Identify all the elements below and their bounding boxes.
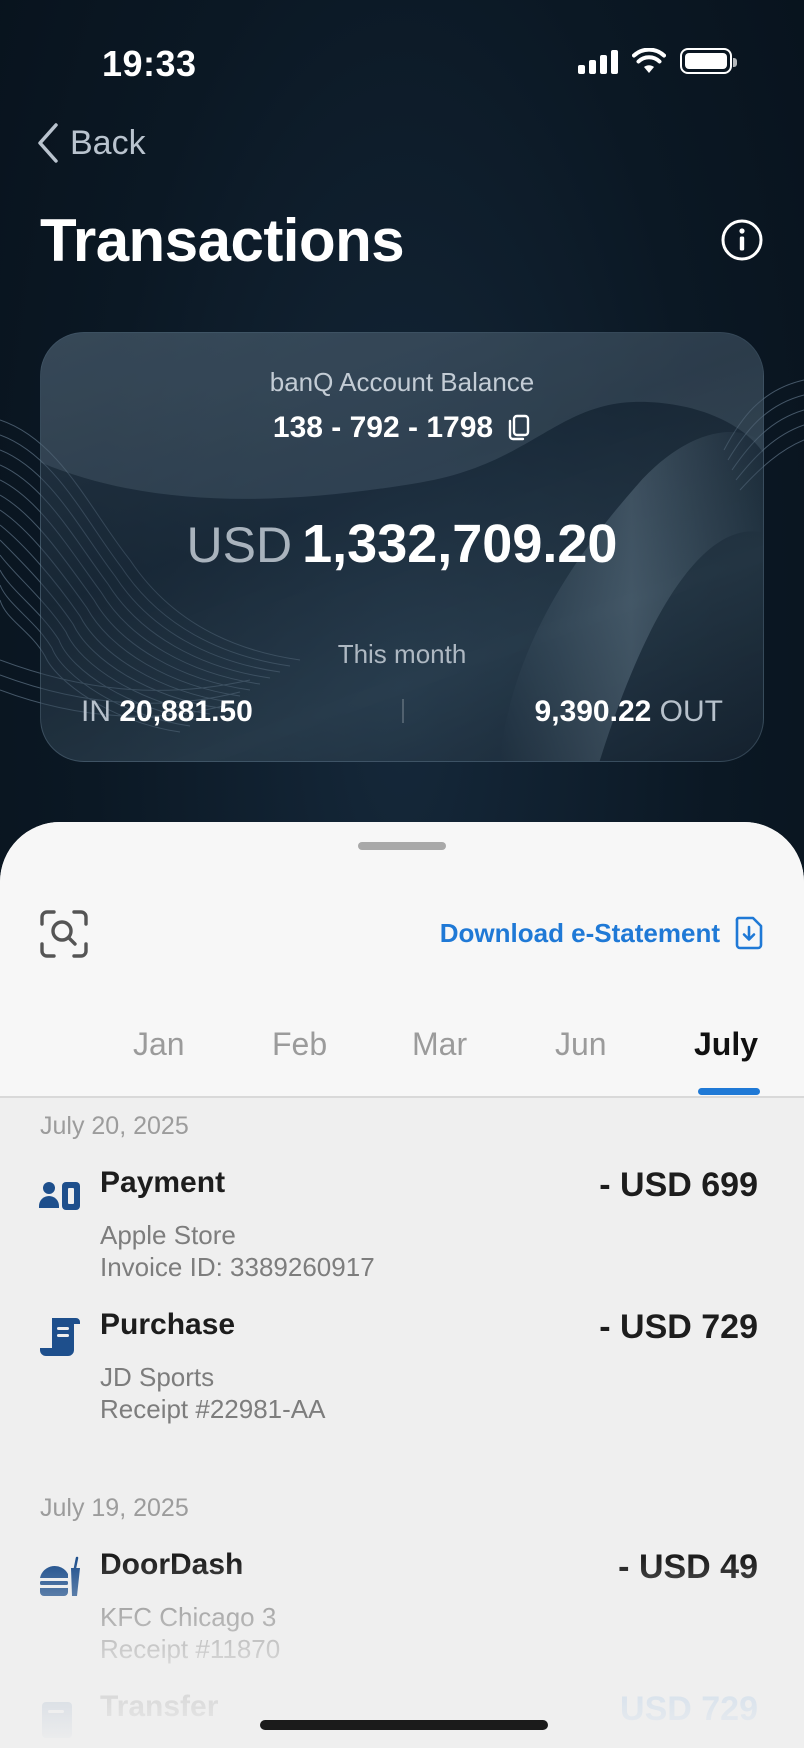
cellular-signal-icon bbox=[578, 48, 618, 74]
transaction-row[interactable]: Transfer USD 729 bbox=[0, 1690, 804, 1748]
status-time: 19:33 bbox=[102, 43, 197, 84]
money-out: 9,390.22 OUT bbox=[535, 695, 723, 729]
month-tabs: Jan Feb Mar Jun July bbox=[0, 1018, 804, 1098]
status-icons bbox=[578, 48, 737, 74]
page-title: Transactions bbox=[40, 207, 405, 274]
balance-card: banQ Account Balance 138 - 792 - 1798 US… bbox=[40, 332, 764, 762]
in-amount: 20,881.50 bbox=[119, 695, 253, 728]
in-out-divider bbox=[402, 699, 404, 723]
search-scan-icon[interactable] bbox=[40, 910, 88, 958]
transaction-amount: - USD 699 bbox=[599, 1166, 758, 1204]
transaction-name: Transfer bbox=[100, 1690, 219, 1723]
payment-icon bbox=[39, 1182, 80, 1210]
transaction-reference: Receipt #22981-AA bbox=[100, 1394, 326, 1424]
money-in: IN 20,881.50 bbox=[81, 695, 253, 729]
tab-jun[interactable]: Jun bbox=[555, 1026, 607, 1063]
account-title: banQ Account Balance bbox=[269, 367, 535, 397]
home-indicator[interactable] bbox=[260, 1720, 548, 1730]
transaction-row[interactable]: Payment Apple Store Invoice ID: 33892609… bbox=[0, 1166, 804, 1296]
sheet-grabber[interactable] bbox=[358, 842, 446, 850]
receipt-icon bbox=[40, 1318, 80, 1356]
tab-mar[interactable]: Mar bbox=[412, 1026, 467, 1063]
transactions-sheet: Download e-Statement Jan Feb Mar Jun Jul… bbox=[0, 822, 804, 1748]
balance-amount-row: USD 1,332,709.20 bbox=[41, 513, 763, 575]
chevron-left-icon bbox=[38, 123, 58, 163]
account-number: 138 - 792 - 1798 bbox=[272, 411, 494, 444]
copy-icon[interactable] bbox=[507, 414, 531, 442]
transaction-name: Purchase bbox=[100, 1308, 236, 1341]
food-icon bbox=[40, 1556, 80, 1596]
transaction-name: Payment bbox=[100, 1166, 226, 1199]
transaction-row[interactable]: Purchase JD Sports Receipt #22981-AA - U… bbox=[0, 1308, 804, 1438]
battery-icon bbox=[680, 48, 737, 74]
period-label: This month bbox=[337, 639, 467, 669]
transaction-name: DoorDash bbox=[100, 1548, 244, 1581]
wifi-icon bbox=[632, 48, 666, 73]
transactions-screen: 19:33 Back Transactions banQ Account Bal… bbox=[0, 0, 804, 1748]
transaction-amount: - USD 729 bbox=[599, 1308, 758, 1346]
transfer-icon bbox=[42, 1702, 72, 1738]
tab-july[interactable]: July bbox=[694, 1026, 758, 1063]
status-bar: 19:33 bbox=[0, 0, 804, 120]
tab-jan[interactable]: Jan bbox=[133, 1026, 185, 1063]
active-tab-indicator bbox=[698, 1088, 760, 1095]
tab-feb[interactable]: Feb bbox=[272, 1026, 327, 1063]
back-label: Back bbox=[70, 123, 146, 162]
download-icon bbox=[735, 916, 763, 950]
transaction-amount: USD 729 bbox=[620, 1690, 758, 1728]
transaction-amount: - USD 49 bbox=[618, 1548, 758, 1586]
transaction-reference: Invoice ID: 3389260917 bbox=[100, 1252, 375, 1282]
transaction-reference: Receipt #11870 bbox=[100, 1634, 281, 1664]
transaction-merchant: Apple Store bbox=[100, 1220, 236, 1250]
out-amount: 9,390.22 bbox=[534, 695, 652, 728]
balance-amount: 1,332,709.20 bbox=[302, 514, 618, 574]
date-header: July 20, 2025 bbox=[40, 1112, 189, 1140]
balance-currency: USD bbox=[186, 517, 293, 573]
transaction-merchant: JD Sports bbox=[100, 1362, 215, 1392]
in-label: IN bbox=[81, 695, 111, 728]
download-label: Download e-Statement bbox=[439, 917, 720, 948]
info-icon[interactable] bbox=[720, 218, 764, 262]
transaction-row[interactable]: DoorDash KFC Chicago 3 Receipt #11870 - … bbox=[0, 1548, 804, 1678]
date-header: July 19, 2025 bbox=[40, 1494, 189, 1522]
out-label: OUT bbox=[659, 695, 723, 728]
transaction-merchant: KFC Chicago 3 bbox=[100, 1602, 277, 1632]
back-button[interactable]: Back bbox=[36, 122, 146, 164]
download-e-statement-button[interactable]: Download e-Statement bbox=[440, 916, 764, 950]
account-number-row: 138 - 792 - 1798 bbox=[41, 411, 763, 445]
